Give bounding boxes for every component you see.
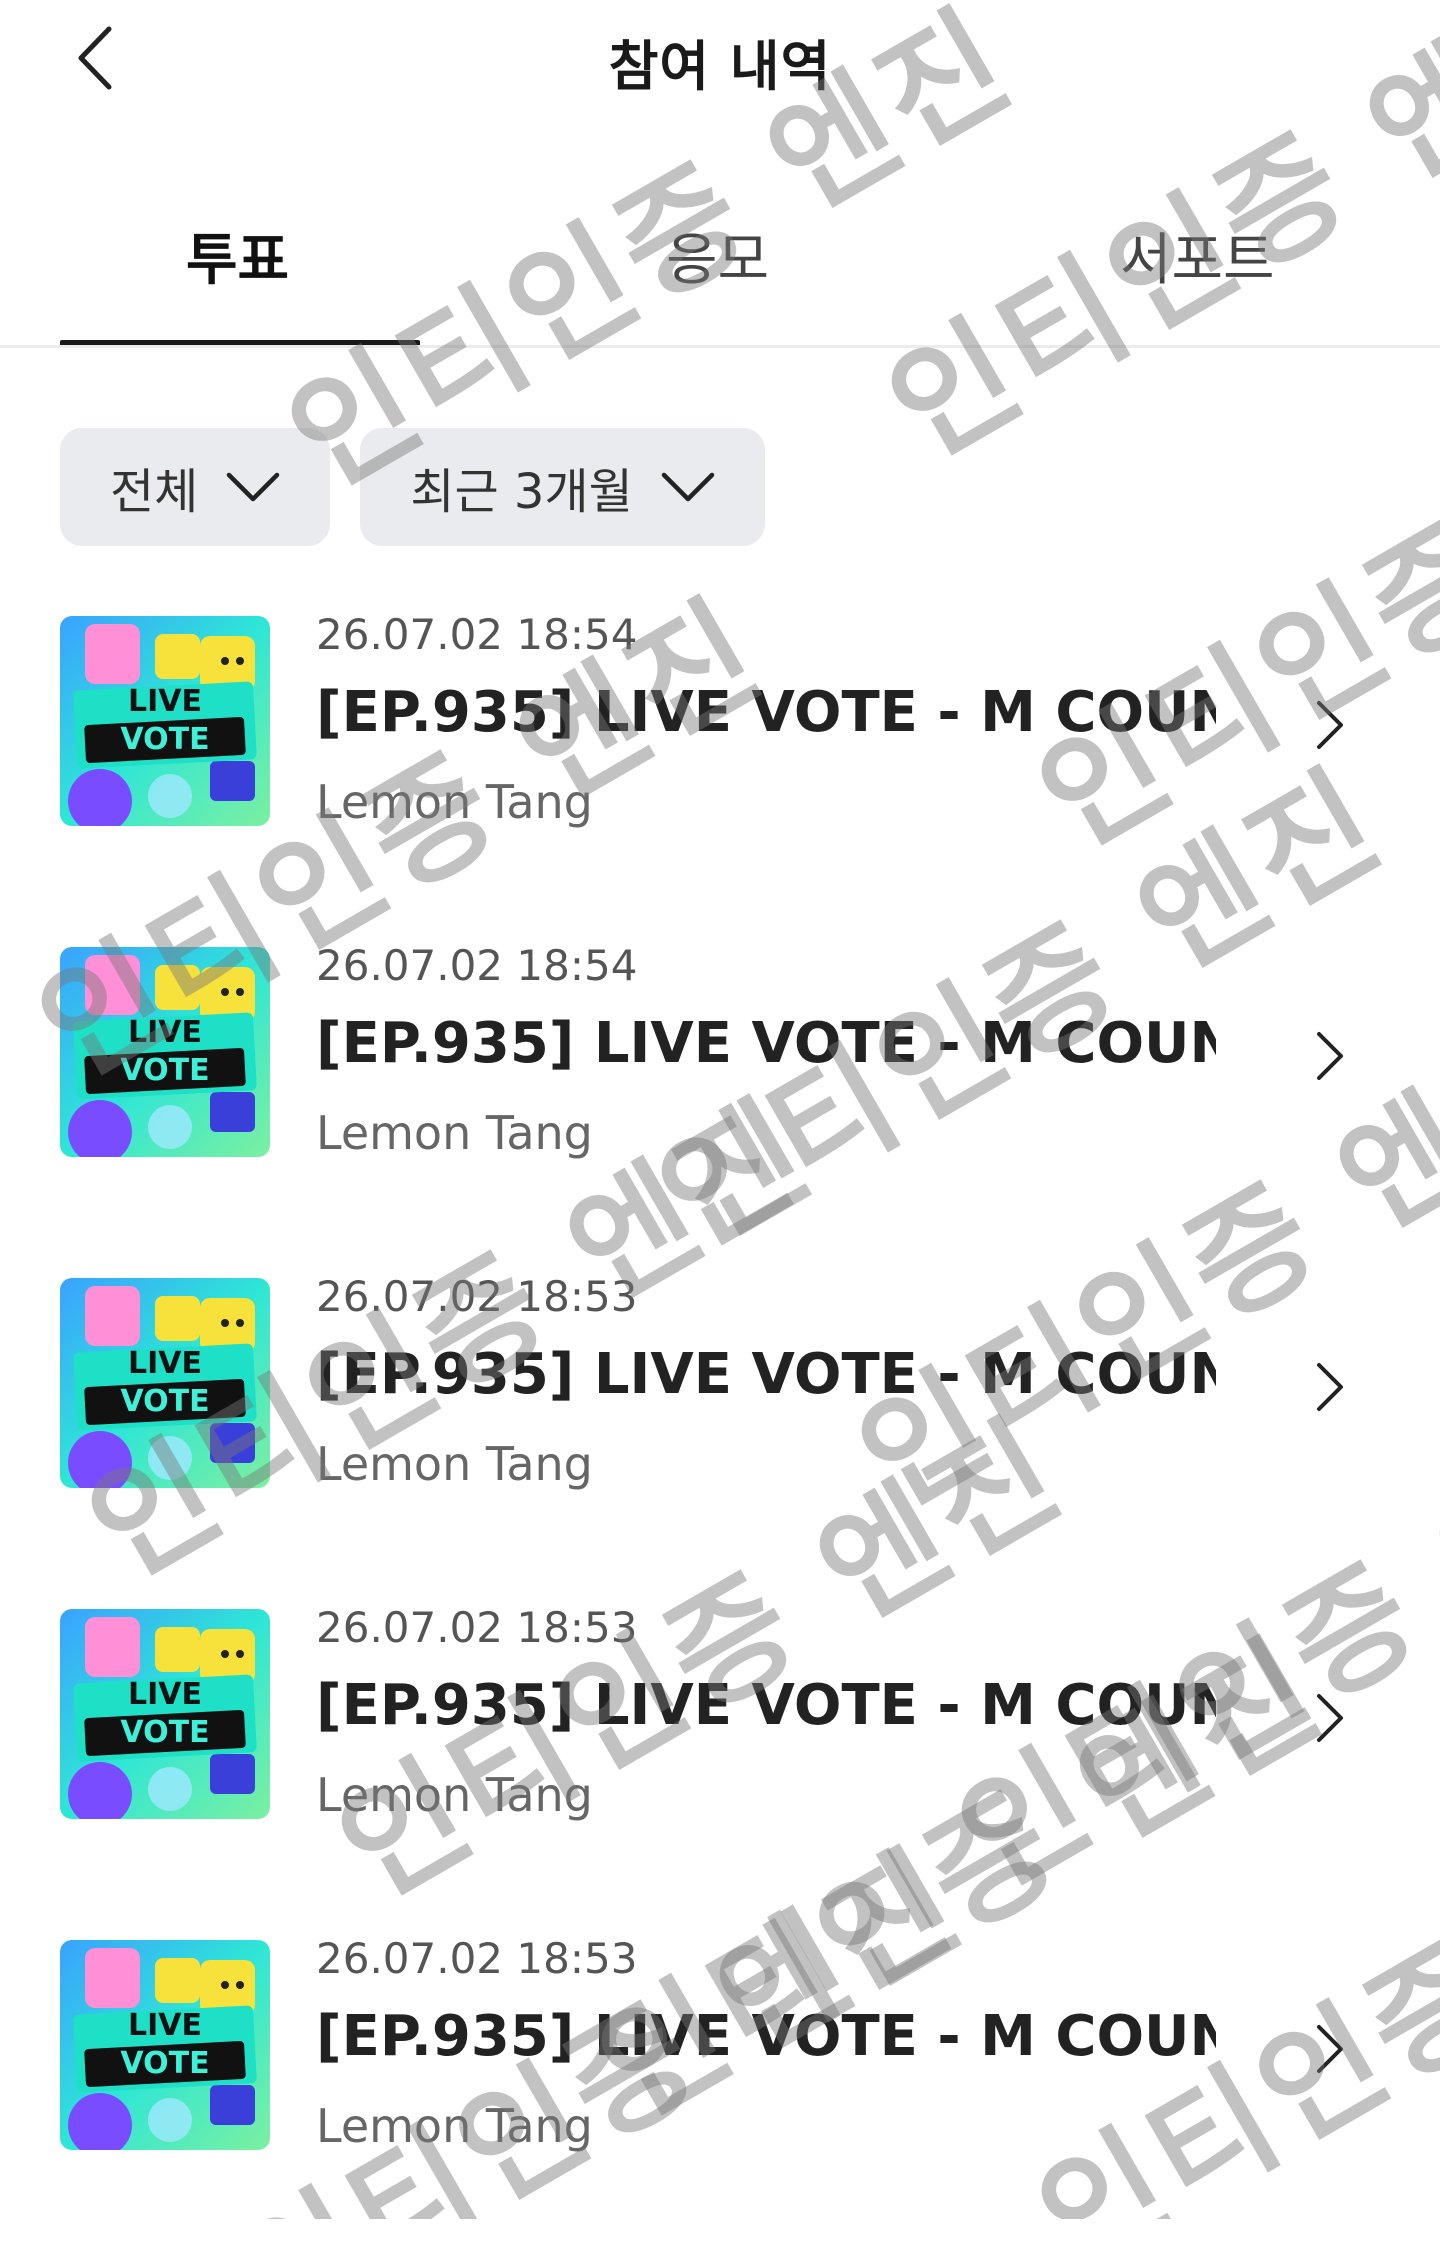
period-filter-label: 최근 3개월	[410, 464, 633, 520]
thumbnail-text-live: LIVE	[128, 2008, 202, 2043]
event-thumbnail: LIVE VOTE	[60, 1278, 270, 1488]
list-item[interactable]: LIVE VOTE 26.07.02 18:53 [EP.935] LIVE VOTE…	[0, 1924, 1440, 2255]
thumbnail-text-live: LIVE	[128, 684, 202, 719]
tab-bar: 투표 응모 서포트	[0, 195, 1440, 350]
item-date: 26.07.02 18:54	[316, 941, 638, 990]
list-item[interactable]: LIVE VOTE 26.07.02 18:53 [EP.935] LIVE VOTE…	[0, 1593, 1440, 1924]
period-filter[interactable]: 최근 3개월	[360, 428, 765, 546]
event-thumbnail: LIVE VOTE	[60, 1940, 270, 2150]
thumbnail-text-vote: VOTE	[120, 1053, 210, 1088]
event-thumbnail: LIVE VOTE	[60, 1609, 270, 1819]
thumbnail-text-live: LIVE	[128, 1346, 202, 1381]
tab-support[interactable]: 서포트	[1120, 215, 1275, 296]
item-title: [EP.935] LIVE VOTE - M COUN...	[316, 1011, 1216, 1076]
chevron-right-icon	[1300, 690, 1360, 760]
chevron-down-icon	[661, 472, 715, 502]
chevron-right-icon	[1300, 2014, 1360, 2084]
tab-entry[interactable]: 응모	[666, 215, 769, 296]
item-artist: Lemon Tang	[316, 775, 593, 829]
thumbnail-text-live: LIVE	[128, 1015, 202, 1050]
tab-vote[interactable]: 투표	[186, 215, 289, 296]
item-title: [EP.935] LIVE VOTE - M COUN...	[316, 1342, 1216, 1407]
category-filter-label: 전체	[110, 464, 199, 520]
item-title: [EP.935] LIVE VOTE - M COUN...	[316, 2004, 1216, 2069]
item-title: [EP.935] LIVE VOTE - M COUN...	[316, 680, 1216, 745]
chevron-right-icon	[1300, 1683, 1360, 1753]
item-artist: Lemon Tang	[316, 2099, 593, 2153]
chevron-right-icon	[1300, 1021, 1360, 1091]
item-date: 26.07.02 18:53	[316, 1272, 638, 1321]
thumbnail-text-vote: VOTE	[120, 2046, 210, 2081]
thumbnail-text-vote: VOTE	[120, 1384, 210, 1419]
tab-divider	[0, 345, 1440, 348]
category-filter[interactable]: 전체	[60, 428, 331, 546]
item-date: 26.07.02 18:54	[316, 610, 638, 659]
thumbnail-text-vote: VOTE	[120, 722, 210, 757]
event-thumbnail: LIVE VOTE	[60, 616, 270, 826]
item-artist: Lemon Tang	[316, 1768, 593, 1822]
item-artist: Lemon Tang	[316, 1106, 593, 1160]
filter-bar: 전체 최근 3개월	[60, 428, 765, 546]
thumbnail-text-vote: VOTE	[120, 1715, 210, 1750]
list-item[interactable]: LIVE VOTE 26.07.02 18:54 [EP.935] LIVE VOTE…	[0, 931, 1440, 1262]
app-header: 참여 내역	[0, 0, 1440, 120]
list-item[interactable]: LIVE VOTE 26.07.02 18:53 [EP.935] LIVE VOTE…	[0, 1262, 1440, 1593]
event-thumbnail: LIVE VOTE	[60, 947, 270, 1157]
participation-list: LIVE VOTE 26.07.02 18:54 [EP.935] LIVE VOTE…	[0, 600, 1440, 2255]
page-title: 참여 내역	[608, 35, 832, 98]
list-item[interactable]: LIVE VOTE 26.07.02 18:54 [EP.935] LIVE VOTE…	[0, 600, 1440, 931]
item-date: 26.07.02 18:53	[316, 1934, 638, 1983]
item-artist: Lemon Tang	[316, 1437, 593, 1491]
item-title: [EP.935] LIVE VOTE - M COUN...	[316, 1673, 1216, 1738]
item-date: 26.07.02 18:53	[316, 1603, 638, 1652]
chevron-right-icon	[1300, 1352, 1360, 1422]
chevron-down-icon	[226, 472, 280, 502]
thumbnail-text-live: LIVE	[128, 1677, 202, 1712]
